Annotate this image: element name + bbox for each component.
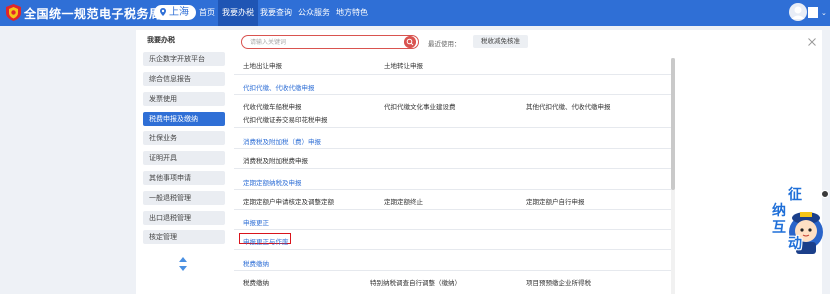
sidebar-item-social-security[interactable]: 社保业务 xyxy=(143,131,225,145)
user-name-box[interactable] xyxy=(808,7,818,18)
location-pin-icon xyxy=(160,8,166,16)
nav-query[interactable]: 我要查询 xyxy=(256,0,296,26)
item-tax-payment[interactable]: 税费缴纳 xyxy=(243,277,269,287)
interaction-mascot[interactable]: 征 纳 互 动 xyxy=(769,184,830,274)
sidebar-item-leqi[interactable]: 乐企数字开放平台 xyxy=(143,52,225,66)
sidebar-item-assessment[interactable]: 核定管理 xyxy=(143,230,225,244)
search-box[interactable] xyxy=(241,35,419,49)
sidebar-item-invoice[interactable]: 发票使用 xyxy=(143,92,225,106)
tax-emblem-icon xyxy=(6,4,21,21)
section-title-consumption: 消费税及附加税（费）申报 xyxy=(243,138,321,146)
sidebar-item-general-refund[interactable]: 一般退税管理 xyxy=(143,191,225,205)
user-avatar[interactable] xyxy=(789,3,807,21)
scrollbar-thumb[interactable] xyxy=(671,58,675,190)
divider xyxy=(234,209,671,210)
divider xyxy=(234,148,671,149)
section-title-fixed-quota: 定期定额纳税及申报 xyxy=(243,179,302,187)
item-consumption-tax[interactable]: 消费税及附加税费申报 xyxy=(243,155,308,165)
nav-local-features[interactable]: 地方特色 xyxy=(332,0,372,26)
sidebar-item-other-apply[interactable]: 其他事项申请 xyxy=(143,171,225,185)
section-title-payment: 税费缴纳 xyxy=(243,260,269,268)
item-special-adjust[interactable]: 特别纳税调查自行调整（缴纳） xyxy=(370,277,461,287)
search-icon[interactable] xyxy=(404,36,416,48)
search-input[interactable] xyxy=(250,37,400,47)
scroll-more-icon[interactable] xyxy=(178,256,188,272)
sidebar-title: 我要办税 xyxy=(147,36,175,44)
divider xyxy=(234,127,671,128)
item-quota-apply[interactable]: 定期定额户申请核定及调整定额 xyxy=(243,196,334,206)
user-icon xyxy=(791,6,805,19)
item-quota-terminate[interactable]: 定期定额终止 xyxy=(384,196,423,206)
close-icon[interactable] xyxy=(808,38,816,46)
chevron-down-icon[interactable]: ⌄ xyxy=(821,9,827,17)
region-name: 上海 xyxy=(169,7,189,18)
divider xyxy=(234,189,671,190)
item-quota-self-declare[interactable]: 定期定额户自行申报 xyxy=(526,196,585,206)
item-project-prepay[interactable]: 项目预预缴企业所得税 xyxy=(526,277,591,287)
mascot-char-3: 互 xyxy=(772,220,786,236)
nav-home[interactable]: 首页 xyxy=(195,0,219,26)
sidebar-item-export-refund[interactable]: 出口退税管理 xyxy=(143,211,225,225)
section-title-withholding: 代扣代缴、代收代缴申报 xyxy=(243,84,315,92)
mascot-char-4: 动 xyxy=(788,236,802,252)
item-securities-stamp[interactable]: 代扣代缴证券交易印花税申报 xyxy=(243,114,328,124)
sidebar-item-info-report[interactable]: 综合信息报告 xyxy=(143,72,225,86)
divider xyxy=(234,94,671,95)
sidebar-item-certificate[interactable]: 证明开具 xyxy=(143,151,225,165)
section-title-correction: 申报更正 xyxy=(243,219,269,227)
recent-item-tax-relief[interactable]: 税收减免核准 xyxy=(473,35,528,48)
nav-public-service[interactable]: 公众服务 xyxy=(294,0,334,26)
main-panel xyxy=(136,30,822,294)
sidebar-item-declare-pay[interactable]: 税费申报及缴纳 xyxy=(143,112,225,126)
item-culture-fee[interactable]: 代扣代缴文化事业建设费 xyxy=(384,101,456,111)
item-correction-void[interactable]: 申报更正与作废 xyxy=(243,236,289,246)
item-land-transfer[interactable]: 土地转让申报 xyxy=(384,60,423,70)
item-land-transfer-out[interactable]: 土地出让申报 xyxy=(243,60,282,70)
divider xyxy=(234,229,671,230)
mascot-char-1: 征 xyxy=(788,187,802,203)
divider xyxy=(234,249,671,250)
top-navigation-bar: 全国统一规范电子税务局 上海 首页 我要办税 我要查询 公众服务 地方特色 ⌄ xyxy=(0,0,830,26)
nav-handle-tax[interactable]: 我要办税 xyxy=(218,0,258,26)
recent-used-label: 最近使用： xyxy=(428,40,461,48)
site-title[interactable]: 全国统一规范电子税务局 xyxy=(24,5,162,22)
item-vehicle-tax[interactable]: 代收代缴车船税申报 xyxy=(243,101,302,111)
divider xyxy=(234,74,671,75)
mascot-close-dot[interactable] xyxy=(821,190,829,198)
region-selector[interactable]: 上海 xyxy=(154,5,196,20)
divider xyxy=(234,168,671,169)
divider xyxy=(234,270,671,271)
item-other-withholding[interactable]: 其他代扣代缴、代收代缴申报 xyxy=(526,101,611,111)
